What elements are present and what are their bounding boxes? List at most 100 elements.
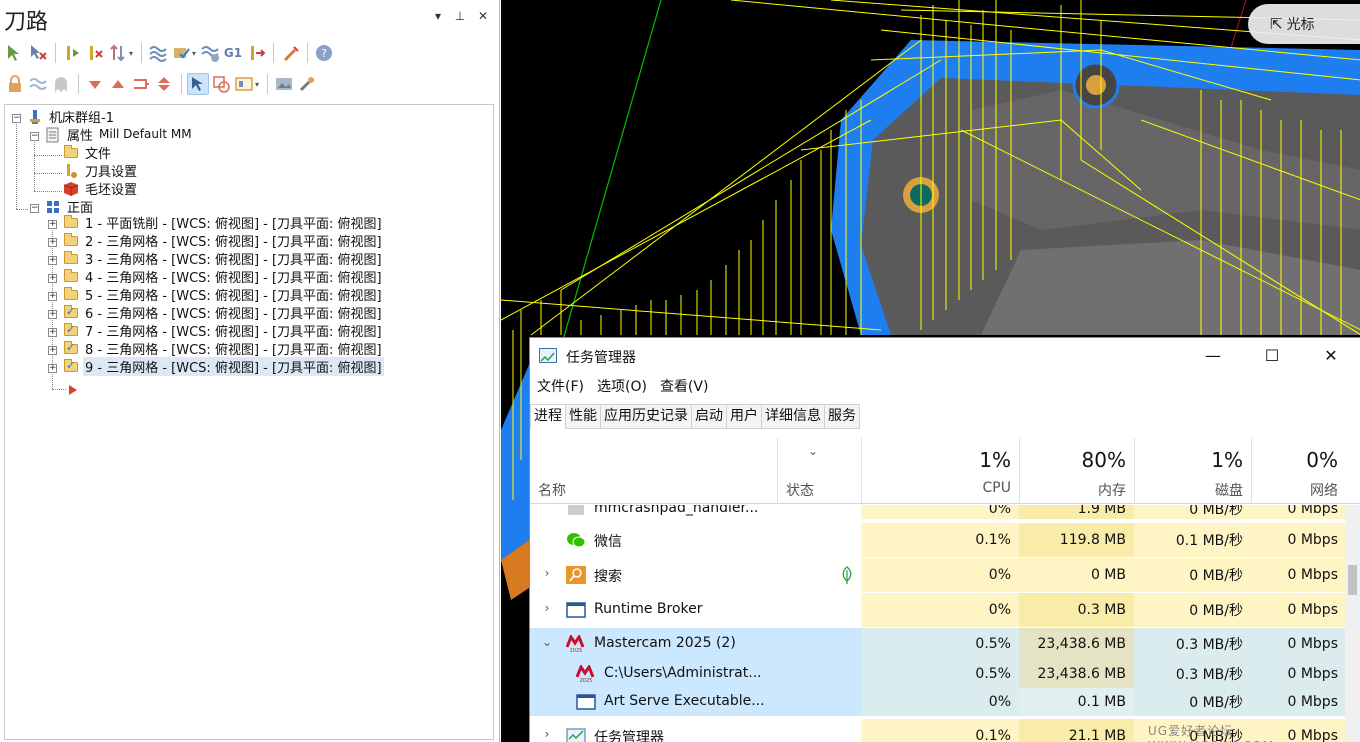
group-collapse-toggle[interactable]: − xyxy=(30,204,39,213)
toolpath-operation[interactable]: 3 - 三角网格 - [WCS: 俯视图] - [刀具平面: 俯视图] xyxy=(63,249,384,268)
task-manager-titlebar[interactable]: 任务管理器 — ☐ ✕ xyxy=(530,338,1360,374)
row-expand-toggle[interactable]: › xyxy=(540,601,554,615)
op-expand-toggle[interactable]: + xyxy=(48,346,57,355)
row-expand-toggle[interactable]: › xyxy=(540,566,554,580)
tab-services[interactable]: 服务 xyxy=(824,404,860,429)
tree-root-machine-group[interactable]: 机床群组-1 xyxy=(27,107,116,126)
display-selected-icon[interactable] xyxy=(210,73,232,95)
tab-users[interactable]: 用户 xyxy=(726,404,762,429)
tab-startup[interactable]: 启动 xyxy=(691,404,727,429)
column-name-header[interactable]: 名称 xyxy=(538,480,566,500)
tab-details[interactable]: 详细信息 xyxy=(761,404,825,429)
regen-selected-icon[interactable] xyxy=(61,42,83,64)
process-list-scrollbar[interactable] xyxy=(1345,505,1360,742)
process-row[interactable]: mmcrashpad_handler... 0% 1.9 MB 0 MB/秒 0 Mbp… xyxy=(530,505,1346,519)
help-icon[interactable]: ? xyxy=(313,42,335,64)
cursor-snap-button[interactable]: ⇱ 光标 xyxy=(1248,4,1360,44)
toolpath-operation[interactable]: ✓ 8 - 三角网格 - [WCS: 俯视图] - [刀具平面: 俯视图] xyxy=(63,339,384,358)
cursor-button-label: 光标 xyxy=(1286,17,1315,33)
move-up-icon[interactable] xyxy=(107,73,129,95)
panel-menu-button[interactable]: ▾ xyxy=(430,8,446,24)
column-cpu-header[interactable]: 1% CPU xyxy=(861,438,1019,504)
generic-app-icon xyxy=(566,505,586,518)
stock-settings-label: 毛坯设置 xyxy=(85,182,138,198)
op-expand-toggle[interactable]: + xyxy=(48,256,57,265)
insert-after-icon[interactable] xyxy=(130,73,152,95)
row-expand-toggle[interactable]: ⌄ xyxy=(540,635,554,649)
display-options-icon[interactable] xyxy=(233,73,255,95)
image-icon[interactable] xyxy=(273,73,295,95)
toolpath-operation[interactable]: 5 - 三角网格 - [WCS: 俯视图] - [刀具平面: 俯视图] xyxy=(63,285,384,304)
root-collapse-toggle[interactable]: − xyxy=(12,114,21,123)
simulate-icon[interactable] xyxy=(199,42,221,64)
properties-collapse-toggle[interactable]: − xyxy=(30,132,39,141)
edit-toolpath-icon[interactable] xyxy=(279,42,301,64)
process-row[interactable]: › 搜索 0% 0 MB 0 MB/秒 0 Mbps xyxy=(530,558,1346,592)
operation-label: 1 - 平面铣削 - [WCS: 俯视图] - [刀具平面: 俯视图] xyxy=(85,216,382,232)
toolpath-operation[interactable]: ✓ 6 - 三角网格 - [WCS: 俯视图] - [刀具平面: 俯视图] xyxy=(63,303,384,322)
column-status-header[interactable]: 状态 xyxy=(777,438,861,504)
process-row[interactable]: 2025 C:\Users\Administrat... 0.5% 23,438.6 … xyxy=(530,660,1346,688)
settings-wrench-icon[interactable] xyxy=(296,73,318,95)
tab-processes[interactable]: 进程 xyxy=(530,404,566,429)
op-expand-toggle[interactable]: + xyxy=(48,292,57,301)
panel-close-button[interactable]: ✕ xyxy=(475,8,491,24)
panel-pin-button[interactable]: ⊥ xyxy=(452,8,468,24)
task-manager-window: 任务管理器 — ☐ ✕ 文件(F) 选项(O) 查看(V) 进程 性能 应用历史… xyxy=(529,337,1360,742)
regen-dirty-icon[interactable] xyxy=(84,42,106,64)
menu-view[interactable]: 查看(V) xyxy=(660,376,709,398)
taskmgr-icon xyxy=(566,727,586,742)
toolpath-operation[interactable]: ✓ 7 - 三角网格 - [WCS: 俯视图] - [刀具平面: 俯视图] xyxy=(63,321,384,340)
tree-tool-settings[interactable]: 刀具设置 xyxy=(63,161,139,180)
toolpath-operation[interactable]: ✓ 9 - 三角网格 - [WCS: 俯视图] - [刀具平面: 俯视图] xyxy=(63,356,384,376)
tab-performance[interactable]: 性能 xyxy=(565,404,601,429)
process-row[interactable]: ⌄ 2025 Mastercam 2025 (2) 0.5% 23,438.6 MB 0.… xyxy=(530,628,1346,660)
minimize-button[interactable]: — xyxy=(1190,344,1236,368)
toolpath-operation[interactable]: 1 - 平面铣削 - [WCS: 俯视图] - [刀具平面: 俯视图] xyxy=(63,213,384,232)
toolpath-group-icon xyxy=(45,199,61,213)
process-name: 搜索 xyxy=(594,569,622,585)
op-expand-toggle[interactable]: + xyxy=(48,220,57,229)
toolpath-operation[interactable]: 2 - 三角网格 - [WCS: 俯视图] - [刀具平面: 俯视图] xyxy=(63,231,384,250)
column-memory-header[interactable]: 80% 内存 xyxy=(1019,438,1134,504)
tree-stock-settings[interactable]: 毛坯设置 xyxy=(63,179,139,198)
process-row[interactable]: Art Serve Executable... 0% 0.1 MB 0 MB/秒 0 M… xyxy=(530,688,1346,716)
ghost-icon[interactable] xyxy=(50,73,72,95)
deselect-ops-icon[interactable] xyxy=(27,42,49,64)
select-mode-icon[interactable] xyxy=(187,73,209,95)
network-cell: 0 Mbps xyxy=(1251,593,1346,627)
op-expand-toggle[interactable]: + xyxy=(48,310,57,319)
column-network-header[interactable]: 0% 网络 xyxy=(1251,438,1346,504)
verify-icon[interactable] xyxy=(170,42,192,64)
close-button[interactable]: ✕ xyxy=(1308,344,1354,368)
op-expand-toggle[interactable]: + xyxy=(48,274,57,283)
menu-options[interactable]: 选项(O) xyxy=(597,376,647,398)
network-cell: 0 Mbps xyxy=(1251,558,1346,592)
row-expand-toggle[interactable]: › xyxy=(540,727,554,741)
maximize-button[interactable]: ☐ xyxy=(1249,344,1295,368)
svg-text:2025: 2025 xyxy=(570,648,583,653)
properties-label: 属性 xyxy=(67,128,94,144)
highfeed-icon[interactable] xyxy=(245,42,267,64)
move-down-icon[interactable] xyxy=(84,73,106,95)
process-row[interactable]: › Runtime Broker 0% 0.3 MB 0 MB/秒 0 Mbps xyxy=(530,593,1346,627)
select-all-ops-icon[interactable] xyxy=(4,42,26,64)
menu-file[interactable]: 文件(F) xyxy=(537,376,584,398)
backplot-icon[interactable] xyxy=(147,42,169,64)
process-row[interactable]: 微信 0.1% 119.8 MB 0.1 MB/秒 0 Mbps xyxy=(530,523,1346,557)
lock-icon[interactable] xyxy=(4,73,26,95)
op-expand-toggle[interactable]: + xyxy=(48,238,57,247)
toggle-display-icon[interactable] xyxy=(27,73,49,95)
tab-app-history[interactable]: 应用历史记录 xyxy=(600,404,692,429)
task-manager-title: 任务管理器 xyxy=(566,350,636,366)
expand-collapse-icon[interactable] xyxy=(153,73,175,95)
op-expand-toggle[interactable]: + xyxy=(48,328,57,337)
post-g1-icon[interactable]: G1 xyxy=(222,42,244,64)
column-disk-header[interactable]: 1% 磁盘 xyxy=(1134,438,1251,504)
cpu-cell: 0% xyxy=(861,558,1019,592)
op-expand-toggle[interactable]: + xyxy=(48,364,57,373)
tree-files[interactable]: 文件 xyxy=(63,143,113,162)
toolpath-operation[interactable]: 4 - 三角网格 - [WCS: 俯视图] - [刀具平面: 俯视图] xyxy=(63,267,384,286)
sort-ops-icon[interactable] xyxy=(107,42,129,64)
tree-properties[interactable]: 属性 Mill Default MM xyxy=(45,125,192,144)
